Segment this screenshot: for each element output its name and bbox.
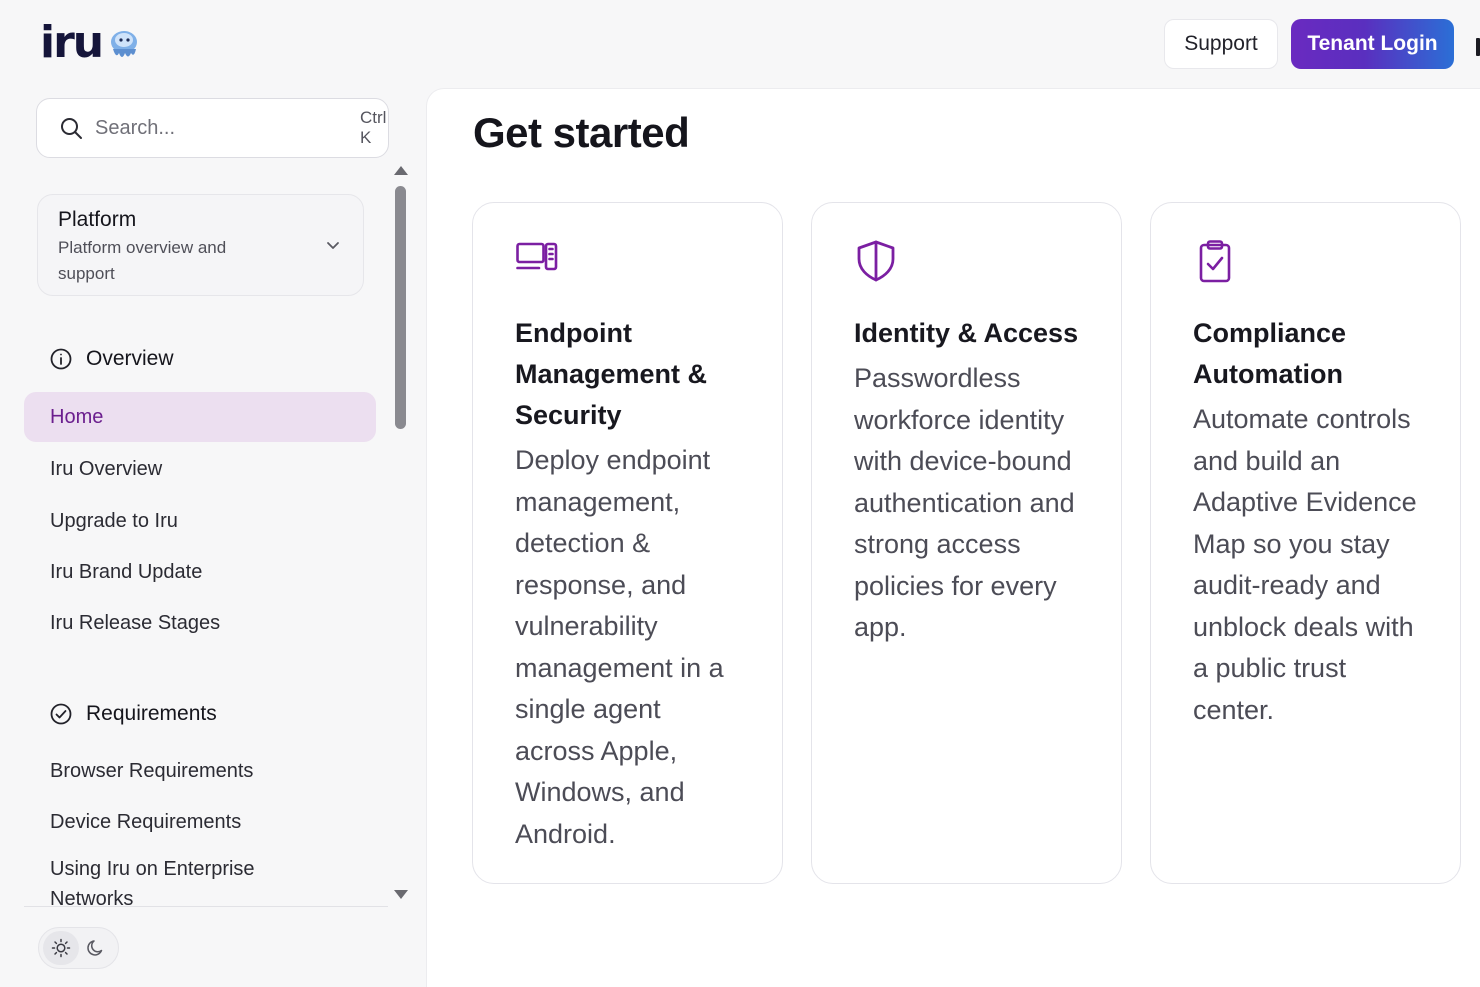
- card-description: Passwordless workforce identity with dev…: [854, 363, 1075, 642]
- sidebar-divider: [24, 906, 388, 907]
- overview-heading: Overview: [50, 347, 174, 371]
- card-compliance-automation[interactable]: Compliance Automation Automate controls …: [1150, 202, 1461, 884]
- scroll-up-arrow-icon[interactable]: [394, 166, 408, 175]
- card-description: Deploy endpoint management, detection & …: [515, 445, 724, 849]
- info-icon: [50, 348, 72, 370]
- support-button[interactable]: Support: [1164, 19, 1278, 69]
- clipboard-check-icon: [1199, 240, 1231, 283]
- sidebar-item-upgrade-to-iru[interactable]: Upgrade to Iru: [24, 496, 376, 546]
- sidebar-item-device-requirements[interactable]: Device Requirements: [24, 797, 376, 847]
- card-title: Endpoint Management & Security: [515, 318, 708, 430]
- sidebar-item-enterprise-networks[interactable]: Using Iru on Enterprise Networks: [24, 854, 376, 906]
- card-title: Identity & Access: [854, 318, 1079, 348]
- platform-subtitle: Platform overview and support: [58, 238, 227, 283]
- scroll-down-arrow-icon[interactable]: [394, 890, 408, 899]
- moon-icon: [87, 940, 103, 956]
- chevron-down-icon: [327, 242, 339, 249]
- requirements-heading: Requirements: [50, 702, 217, 726]
- check-circle-icon: [50, 703, 72, 725]
- platform-title: Platform: [58, 208, 137, 231]
- light-mode-button[interactable]: [43, 931, 79, 965]
- sidebar-nav[interactable]: Platform Platform overview and support O…: [24, 160, 390, 906]
- main-content: Get started Endpoint Management & Securi…: [426, 88, 1480, 987]
- devices-icon: [516, 242, 558, 271]
- card-endpoint-management[interactable]: Endpoint Management & Security Deploy en…: [472, 202, 783, 884]
- scroll-thumb[interactable]: [395, 186, 406, 429]
- search-icon: [61, 118, 82, 139]
- sidebar-scrollbar[interactable]: [392, 160, 410, 906]
- overview-heading-label: Overview: [86, 347, 174, 370]
- sidebar-item-iru-brand-update[interactable]: Iru Brand Update: [24, 547, 376, 597]
- window-edge-marker: [1476, 38, 1480, 56]
- card-title: Compliance Automation: [1193, 318, 1347, 389]
- theme-toggle[interactable]: [38, 927, 119, 969]
- iru-logo[interactable]: iru: [40, 20, 142, 66]
- sun-icon: [51, 938, 70, 958]
- sidebar-item-iru-release-stages[interactable]: Iru Release Stages: [24, 598, 376, 648]
- logo-mascot-icon: [111, 31, 138, 57]
- dark-mode-button[interactable]: [79, 931, 115, 965]
- search-shortcut: Ctrl K: [360, 108, 387, 147]
- search-box[interactable]: Ctrl K: [36, 98, 389, 158]
- logo-text: iru: [40, 17, 104, 68]
- card-identity-access[interactable]: Identity & Access Passwordless workforce…: [811, 202, 1122, 884]
- requirements-heading-label: Requirements: [86, 702, 217, 725]
- card-description: Automate controls and build an Adaptive …: [1193, 404, 1417, 725]
- platform-selector[interactable]: Platform Platform overview and support: [37, 194, 364, 296]
- tenant-login-button[interactable]: Tenant Login: [1291, 19, 1454, 69]
- search-input[interactable]: [95, 116, 360, 140]
- shield-icon: [857, 240, 895, 282]
- sidebar-item-home[interactable]: Home: [24, 392, 376, 442]
- sidebar-item-iru-overview[interactable]: Iru Overview: [24, 444, 376, 494]
- sidebar-item-browser-requirements[interactable]: Browser Requirements: [24, 746, 376, 796]
- page-title: Get started: [473, 109, 690, 156]
